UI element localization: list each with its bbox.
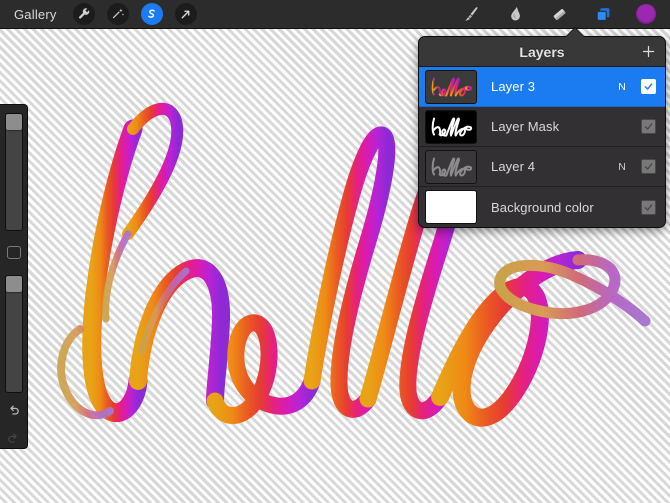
- modify-button[interactable]: [6, 245, 21, 260]
- layers-panel-header: Layers: [419, 37, 665, 67]
- layer-list: Layer 3 N Layer Mask Layer 4 N Backgroun…: [419, 67, 665, 227]
- layers-icon[interactable]: [592, 3, 614, 25]
- background-color-thumbnail[interactable]: [425, 190, 477, 224]
- table-row[interactable]: Layer Mask: [419, 107, 665, 147]
- brush-size-slider[interactable]: [4, 113, 23, 231]
- left-sidebar: [0, 104, 28, 449]
- redo-icon[interactable]: [5, 430, 23, 448]
- top-toolbar: Gallery: [0, 0, 670, 29]
- smudge-icon[interactable]: [504, 3, 526, 25]
- eraser-icon[interactable]: [548, 3, 570, 25]
- toolbar-right-group: [460, 3, 670, 25]
- blend-mode-label[interactable]: N: [617, 161, 627, 173]
- table-row[interactable]: Layer 3 N: [419, 67, 665, 107]
- visibility-checkbox[interactable]: [641, 199, 656, 215]
- layer-thumbnail[interactable]: [425, 69, 477, 104]
- undo-icon[interactable]: [5, 403, 23, 421]
- visibility-checkbox[interactable]: [641, 119, 656, 134]
- layer-name: Background color: [491, 199, 594, 215]
- visibility-checkbox[interactable]: [641, 79, 656, 94]
- toolbar-left-group: Gallery: [0, 3, 197, 25]
- table-row[interactable]: Layer 4 N: [419, 147, 665, 187]
- opacity-knob[interactable]: [5, 276, 22, 293]
- layer-name: Layer 4: [491, 159, 536, 174]
- paintbrush-icon[interactable]: [460, 3, 482, 25]
- wrench-icon[interactable]: [72, 3, 95, 25]
- layer-name: Layer 3: [491, 79, 536, 94]
- opacity-slider[interactable]: [4, 275, 23, 393]
- color-swatch[interactable]: [636, 4, 656, 24]
- layer-thumbnail[interactable]: [425, 109, 477, 144]
- transform-arrow-icon[interactable]: [174, 3, 197, 25]
- selection-s-icon[interactable]: [140, 3, 163, 25]
- visibility-checkbox[interactable]: [641, 159, 656, 174]
- blend-mode-label[interactable]: N: [617, 81, 627, 93]
- panel-title: Layers: [519, 43, 565, 60]
- layer-thumbnail[interactable]: [425, 149, 477, 184]
- gallery-button[interactable]: Gallery: [14, 7, 61, 22]
- table-row[interactable]: Background color: [419, 187, 665, 227]
- add-layer-button[interactable]: [640, 44, 656, 60]
- layers-panel: Layers Layer 3 N Layer Mask Layer 4 N Ba…: [418, 36, 666, 228]
- layer-name: Layer Mask: [491, 119, 560, 134]
- brush-size-knob[interactable]: [5, 114, 22, 130]
- magic-wand-icon[interactable]: [106, 3, 129, 25]
- panel-pointer-triangle: [566, 28, 584, 37]
